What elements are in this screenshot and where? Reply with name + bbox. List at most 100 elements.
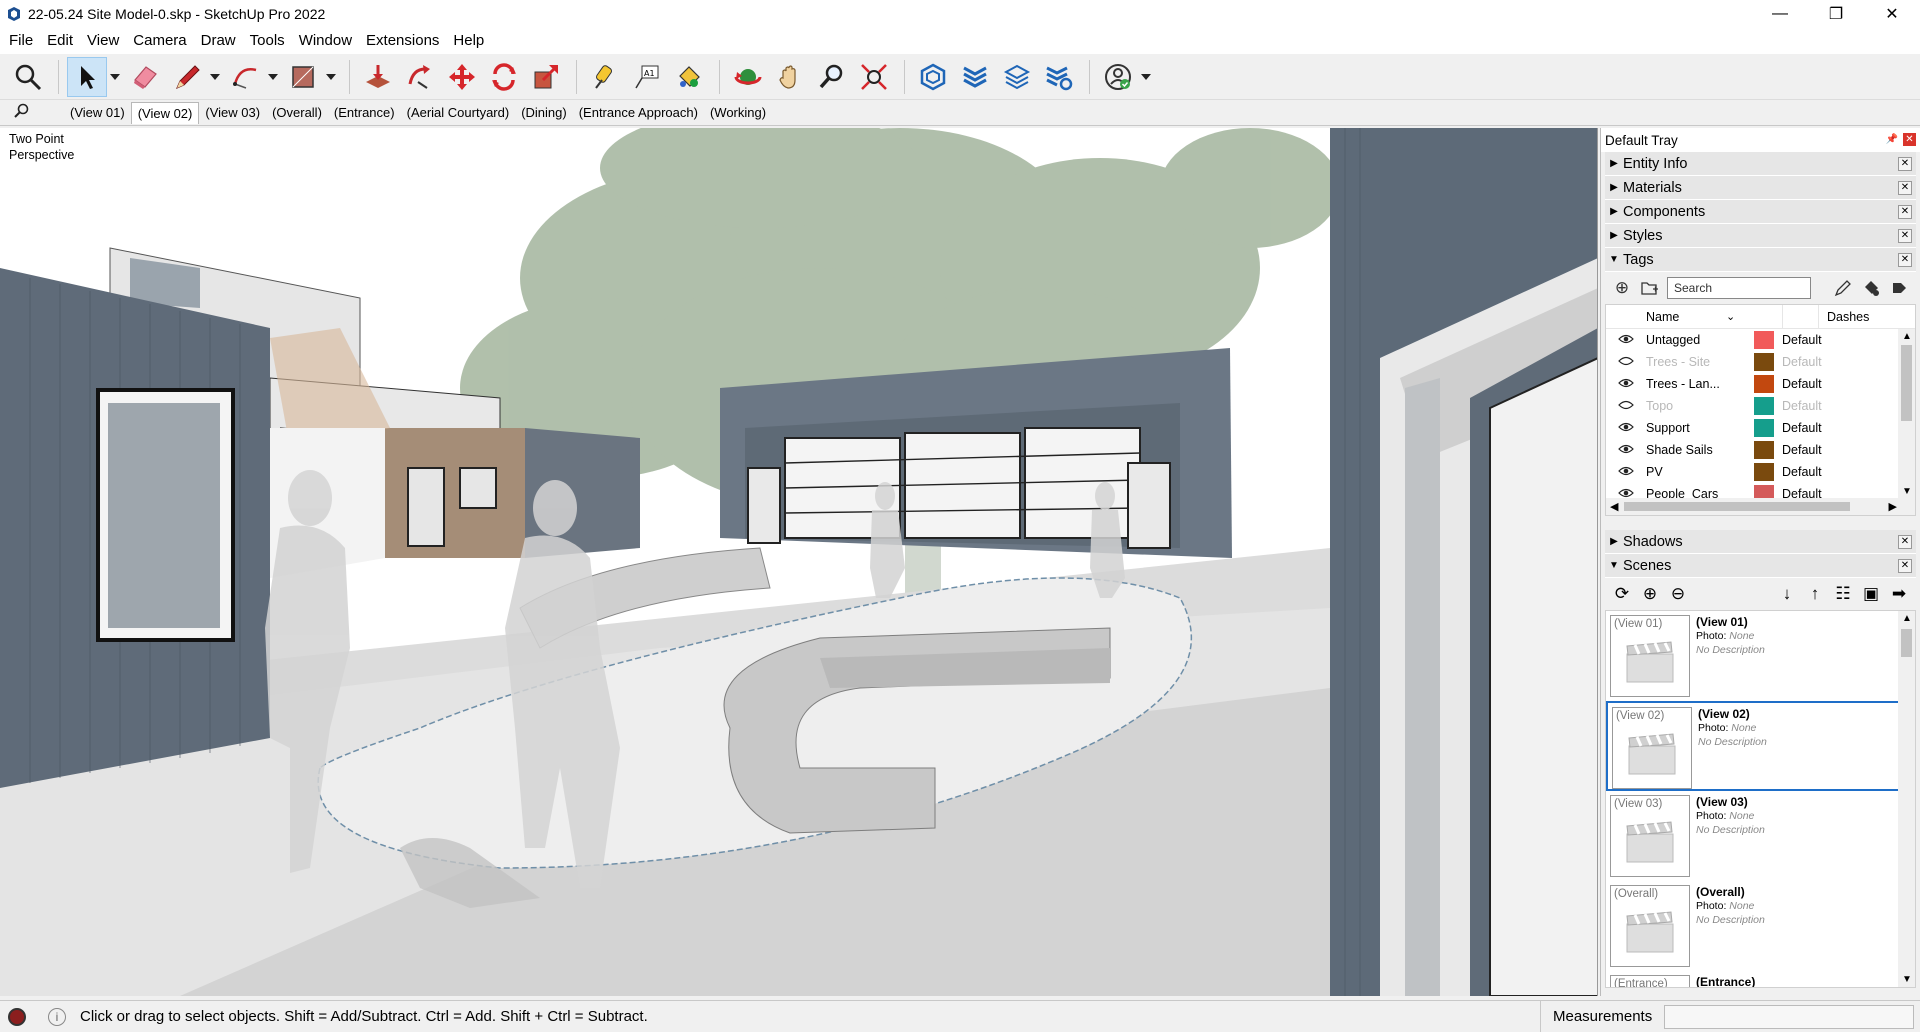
view-options-icon[interactable]: ☷: [1832, 583, 1854, 605]
pin-icon[interactable]: 📌: [1886, 134, 1898, 145]
color-by-tag-icon[interactable]: [1860, 277, 1882, 299]
scale-tool-button[interactable]: [526, 57, 566, 97]
scene-thumbnail[interactable]: (Entrance): [1610, 975, 1690, 987]
eye-visible-icon[interactable]: [1606, 465, 1646, 479]
shape-tool-button[interactable]: [283, 57, 323, 97]
tag-dashes[interactable]: Default: [1782, 443, 1862, 457]
panel-tags[interactable]: ▼ Tags ✕: [1605, 248, 1916, 272]
line-tool-button[interactable]: [167, 57, 207, 97]
menu-tools[interactable]: Tools: [243, 28, 292, 54]
tag-name[interactable]: Trees - Lan...: [1646, 377, 1750, 391]
menu-draw[interactable]: Draw: [194, 28, 243, 54]
panel-close-icon[interactable]: ✕: [1898, 205, 1912, 219]
tag-color-swatch[interactable]: [1754, 397, 1774, 415]
scenes-vertical-scrollbar[interactable]: ▲ ▼: [1898, 611, 1915, 987]
pan-tool-button[interactable]: [770, 57, 810, 97]
tag-row[interactable]: PV Default: [1606, 461, 1915, 483]
eye-visible-icon[interactable]: [1606, 421, 1646, 435]
panel-components[interactable]: ▶ Components ✕: [1605, 200, 1916, 224]
extension-manager-button[interactable]: [1039, 57, 1079, 97]
tag-row[interactable]: Shade Sails Default: [1606, 439, 1915, 461]
orbit-tool-button[interactable]: [728, 57, 768, 97]
modeling-viewport[interactable]: Two Point Perspective: [0, 128, 1598, 996]
geo-location-icon[interactable]: [8, 1007, 26, 1026]
scene-tab-view-03[interactable]: (View 03): [199, 102, 266, 124]
panel-materials[interactable]: ▶ Materials ✕: [1605, 176, 1916, 200]
tags-details-arrow-icon[interactable]: [1888, 277, 1910, 299]
scroll-down-icon[interactable]: ▼: [1902, 486, 1912, 497]
menu-camera[interactable]: Camera: [126, 28, 193, 54]
show-details-icon[interactable]: ▣: [1860, 583, 1882, 605]
scene-tab-dining[interactable]: (Dining): [515, 102, 573, 124]
panel-close-icon[interactable]: ✕: [1898, 559, 1912, 573]
scene-thumbnail[interactable]: (View 01): [1610, 615, 1690, 697]
scene-tab-entrance[interactable]: (Entrance): [328, 102, 401, 124]
tag-row[interactable]: Trees - Lan... Default: [1606, 373, 1915, 395]
menu-edit[interactable]: Edit: [40, 28, 80, 54]
remove-scene-icon[interactable]: ⊖: [1667, 583, 1689, 605]
shape-tool-dropdown[interactable]: [325, 57, 337, 97]
extension-warehouse-button[interactable]: [955, 57, 995, 97]
tag-dashes[interactable]: Default: [1782, 377, 1862, 391]
panel-close-icon[interactable]: ✕: [1898, 157, 1912, 171]
scene-item[interactable]: (View 03) (View 03) Photo: None No Descript…: [1606, 791, 1915, 881]
scroll-right-icon[interactable]: ▶: [1889, 500, 1897, 513]
update-scene-icon[interactable]: ⟳: [1611, 583, 1633, 605]
menu-window[interactable]: Window: [292, 28, 359, 54]
menu-extensions[interactable]: Extensions: [359, 28, 446, 54]
scene-thumbnail[interactable]: (View 03): [1610, 795, 1690, 877]
move-scene-up-icon[interactable]: ↑: [1804, 583, 1826, 605]
tag-color-swatch[interactable]: [1754, 353, 1774, 371]
tag-search-input[interactable]: Search: [1667, 277, 1811, 299]
panel-close-icon[interactable]: ✕: [1898, 535, 1912, 549]
layout-button[interactable]: [997, 57, 1037, 97]
tag-dashes[interactable]: Default: [1782, 465, 1862, 479]
menu-view[interactable]: View: [80, 28, 126, 54]
tag-name[interactable]: Trees - Site: [1646, 355, 1750, 369]
tag-color-swatch[interactable]: [1754, 419, 1774, 437]
close-window-button[interactable]: ✕: [1864, 0, 1920, 28]
tag-tool-icon[interactable]: [1832, 277, 1854, 299]
tag-row[interactable]: Trees - Site Default: [1606, 351, 1915, 373]
tag-dashes[interactable]: Default: [1782, 355, 1862, 369]
tag-name[interactable]: PV: [1646, 465, 1750, 479]
text-tool-button[interactable]: A1: [627, 57, 667, 97]
scene-tab-aerial-courtyard[interactable]: (Aerial Courtyard): [401, 102, 516, 124]
scroll-left-icon[interactable]: ◀: [1610, 500, 1618, 513]
panel-close-icon[interactable]: ✕: [1898, 253, 1912, 267]
push-pull-tool-button[interactable]: [358, 57, 398, 97]
scene-thumbnail[interactable]: (Overall): [1610, 885, 1690, 967]
eye-visible-icon[interactable]: [1606, 333, 1646, 347]
tag-color-swatch[interactable]: [1754, 331, 1774, 349]
tags-vertical-scrollbar[interactable]: ▲ ▼: [1898, 329, 1915, 499]
tag-name[interactable]: Untagged: [1646, 333, 1750, 347]
eye-visible-icon[interactable]: [1606, 443, 1646, 457]
tag-dashes[interactable]: Default: [1782, 333, 1862, 347]
tag-dashes[interactable]: Default: [1782, 421, 1862, 435]
scene-thumbnail[interactable]: (View 02): [1612, 707, 1692, 789]
scene-search-icon[interactable]: [14, 103, 44, 122]
zoom-extents-tool-button[interactable]: [854, 57, 894, 97]
panel-scenes[interactable]: ▼ Scenes ✕: [1605, 554, 1916, 578]
tags-horizontal-scrollbar[interactable]: ◀ ▶: [1606, 498, 1915, 515]
tag-row[interactable]: Support Default: [1606, 417, 1915, 439]
zoom-tool-button[interactable]: [812, 57, 852, 97]
eye-hidden-icon[interactable]: [1606, 355, 1646, 369]
tape-measure-tool-button[interactable]: [585, 57, 625, 97]
paint-bucket-tool-button[interactable]: [669, 57, 709, 97]
tag-dashes[interactable]: Default: [1782, 399, 1862, 413]
scene-tab-view-02[interactable]: (View 02): [130, 101, 200, 124]
tag-color-swatch[interactable]: [1754, 375, 1774, 393]
panel-shadows[interactable]: ▶ Shadows ✕: [1605, 530, 1916, 554]
scene-tab-overall[interactable]: (Overall): [266, 102, 328, 124]
panel-close-icon[interactable]: ✕: [1898, 181, 1912, 195]
scene-tab-view-01[interactable]: (View 01): [64, 102, 131, 124]
line-tool-dropdown[interactable]: [209, 57, 221, 97]
maximize-button[interactable]: ❐: [1808, 0, 1864, 28]
menu-help[interactable]: Help: [446, 28, 491, 54]
add-tag-folder-icon[interactable]: [1639, 277, 1661, 299]
arc-tool-button[interactable]: [225, 57, 265, 97]
scene-item[interactable]: (Entrance) (Entrance): [1606, 971, 1915, 987]
3d-warehouse-button[interactable]: [913, 57, 953, 97]
scenes-details-arrow-icon[interactable]: ➡: [1888, 583, 1910, 605]
